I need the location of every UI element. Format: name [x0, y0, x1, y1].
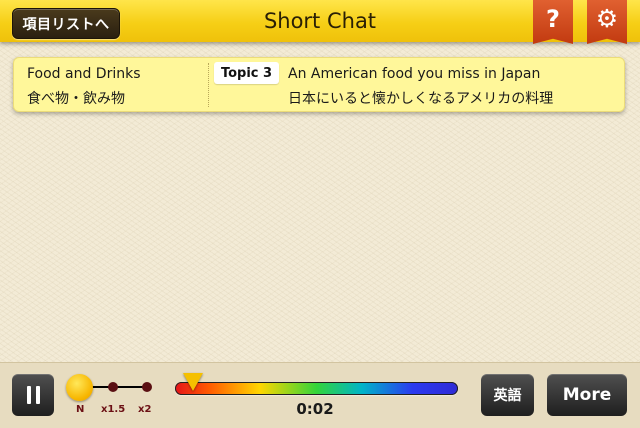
help-button[interactable]: ?	[533, 0, 573, 44]
speed-slider-knob[interactable]	[66, 374, 93, 401]
more-button[interactable]: More	[547, 374, 627, 416]
gear-icon: ⚙	[595, 4, 619, 33]
category-english: Food and Drinks	[27, 66, 141, 82]
speed-stop-x2[interactable]	[142, 382, 152, 392]
topic-panel: Food and Drinks 食べ物・飲み物 Topic 3 An Ameri…	[13, 57, 625, 112]
topic-title-japanese: 日本にいると懐かしくなるアメリカの料理	[288, 91, 554, 107]
category-japanese: 食べ物・飲み物	[27, 91, 125, 107]
playback-progress-track[interactable]	[175, 382, 458, 395]
speed-label-x2: x2	[138, 404, 152, 415]
elapsed-time: 0:02	[296, 400, 334, 418]
question-mark-icon: ?	[546, 5, 560, 33]
playback-progress-thumb[interactable]	[183, 373, 203, 391]
settings-button[interactable]: ⚙	[587, 0, 627, 44]
english-toggle-button[interactable]: 英語	[481, 374, 534, 416]
player-bar: N x1.5 x2 0:02 英語 More	[0, 362, 640, 428]
divider	[208, 63, 209, 107]
topic-title-english: An American food you miss in Japan	[288, 66, 541, 82]
item-list-button[interactable]: 項目リストへ	[12, 8, 120, 39]
speed-label-normal: N	[76, 404, 85, 415]
topic-number-badge: Topic 3	[214, 62, 279, 84]
pause-icon	[26, 386, 40, 404]
header-bar: 項目リストへ Short Chat ? ⚙	[0, 0, 640, 44]
speed-label-x1-5: x1.5	[101, 404, 126, 415]
pause-button[interactable]	[12, 374, 54, 416]
speed-stop-x1-5[interactable]	[108, 382, 118, 392]
